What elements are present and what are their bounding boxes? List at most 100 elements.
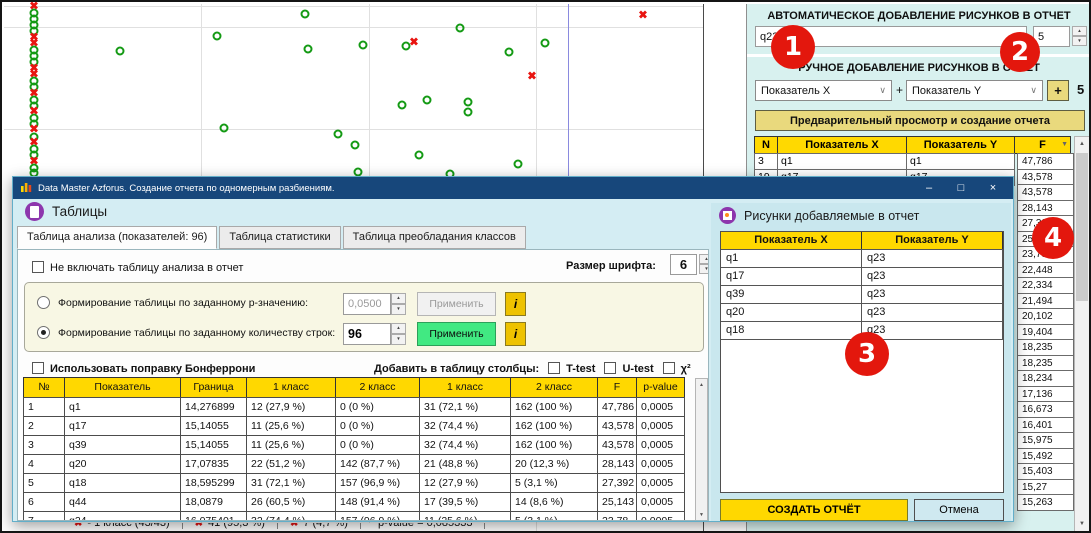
- f-value-cell[interactable]: 15,263: [1017, 494, 1074, 511]
- table-row[interactable]: 7 q24 16,075401 32 (74,4 %) 157 (96,9 %)…: [24, 512, 685, 521]
- f-value-cell[interactable]: 47,786: [1017, 153, 1074, 170]
- legend-text: 7 (4,7 %): [303, 523, 348, 529]
- f-value-cell[interactable]: 43,578: [1017, 184, 1074, 201]
- checkbox-box[interactable]: [604, 362, 616, 374]
- info-row-count-button[interactable]: i: [505, 322, 526, 346]
- annotation-circle-2: 2: [1000, 32, 1040, 72]
- exclude-table-checkbox[interactable]: Не включать таблицу анализа в отчет: [32, 258, 243, 276]
- section-header: Таблицы: [25, 202, 107, 221]
- cell-class1: 26 (60,5 %): [246, 492, 336, 512]
- checkbox-box[interactable]: [663, 362, 675, 374]
- f-value-cell[interactable]: 21,494: [1017, 293, 1074, 310]
- spin-down-button[interactable]: ▼: [1072, 36, 1087, 46]
- preview-report-button[interactable]: Предварительный просмотр и создание отче…: [755, 110, 1085, 131]
- f-value-cell[interactable]: 17,136: [1017, 386, 1074, 403]
- indicator-x-select[interactable]: Показатель X ∨: [755, 80, 892, 101]
- spin-up-button[interactable]: ▲: [391, 323, 406, 334]
- cell-num: 6: [23, 492, 65, 512]
- f-value-cell[interactable]: 18,235: [1017, 355, 1074, 372]
- f-value-cell[interactable]: 20,102: [1017, 308, 1074, 325]
- font-size-input[interactable]: [670, 254, 697, 275]
- cell-class2: 142 (87,7 %): [335, 454, 420, 474]
- tab-class-prevalence[interactable]: Таблица преобладания классов: [343, 226, 526, 249]
- cell-indicator: q44: [64, 492, 181, 512]
- f-value-cell[interactable]: 16,673: [1017, 401, 1074, 418]
- f-value-cell[interactable]: 18,234: [1017, 370, 1074, 387]
- scroll-up-icon[interactable]: ▲: [696, 379, 707, 391]
- scroll-down-icon[interactable]: ▼: [1075, 517, 1089, 531]
- figure-row[interactable]: q20 q23: [721, 304, 1003, 322]
- figure-row[interactable]: q1 q23: [721, 250, 1003, 268]
- t-test-checkbox[interactable]: T-test: [548, 362, 595, 375]
- info-p-value-button[interactable]: i: [505, 292, 526, 316]
- table-scrollbar[interactable]: ▲ ▼: [695, 378, 708, 521]
- f-value-cell[interactable]: 15,975: [1017, 432, 1074, 449]
- add-pair-button[interactable]: +: [1047, 80, 1069, 101]
- f-value-cell[interactable]: 15,403: [1017, 463, 1074, 480]
- cell-num: 1: [23, 397, 65, 417]
- checkbox-box[interactable]: [32, 261, 44, 273]
- panel-scrollbar[interactable]: ▲ ▼: [1074, 136, 1090, 532]
- f-value-cell[interactable]: 22,334: [1017, 277, 1074, 294]
- bonferroni-checkbox[interactable]: Использовать поправку Бонферрони: [32, 362, 255, 375]
- row-count-input[interactable]: [343, 323, 391, 345]
- table-row[interactable]: 4 q20 17,07835 22 (51,2 %) 142 (87,7 %) …: [24, 455, 685, 474]
- close-button[interactable]: ×: [977, 182, 1009, 194]
- f-value-cell[interactable]: 28,143: [1017, 200, 1074, 217]
- minimize-button[interactable]: –: [913, 182, 945, 194]
- apply-p-value-button[interactable]: Применить: [417, 292, 496, 316]
- p-value-input[interactable]: [343, 293, 391, 315]
- apply-row-count-button[interactable]: Применить: [417, 322, 496, 346]
- scroll-up-icon[interactable]: ▲: [1075, 137, 1089, 151]
- tab-analysis[interactable]: Таблица анализа (показателей: 96): [17, 226, 217, 249]
- column-header-f[interactable]: F ▼: [1014, 136, 1071, 154]
- figure-row[interactable]: q39 q23: [721, 286, 1003, 304]
- table-row[interactable]: 1 q1 14,276899 12 (27,9 %) 0 (0 %) 31 (7…: [24, 398, 685, 417]
- spin-down-button[interactable]: ▼: [699, 264, 709, 274]
- table-row[interactable]: 6 q44 18,0879 26 (60,5 %) 148 (91,4 %) 1…: [24, 493, 685, 512]
- spin-down-button[interactable]: ▼: [391, 334, 406, 345]
- cell-class2b: 162 (100 %): [510, 397, 598, 417]
- cell-y: q1: [906, 153, 1015, 170]
- x-marker-icon: ✖: [195, 523, 203, 529]
- row-count-radio[interactable]: [37, 326, 50, 339]
- f-value-cell[interactable]: 22,448: [1017, 262, 1074, 279]
- table-row[interactable]: 3 q39 15,14055 11 (25,6 %) 0 (0 %) 32 (7…: [24, 436, 685, 455]
- tab-statistics[interactable]: Таблица статистики: [219, 226, 340, 249]
- f-value-cell[interactable]: 15,492: [1017, 448, 1074, 465]
- table-row[interactable]: 3 q1 q1: [755, 154, 1015, 170]
- dialog-titlebar[interactable]: Data Master Azforus. Создание отчета по …: [13, 177, 1013, 199]
- f-value-cell[interactable]: 15,27: [1017, 479, 1074, 496]
- cell-num: 2: [23, 416, 65, 436]
- checkbox-label: Использовать поправку Бонферрони: [50, 363, 255, 375]
- f-value-cell[interactable]: 16,401: [1017, 417, 1074, 434]
- cell-indicator-y: q23: [861, 285, 1003, 304]
- cell-boundary: 15,14055: [180, 416, 247, 436]
- auto-count-spinner: ▲ ▼: [1072, 26, 1087, 46]
- maximize-button[interactable]: □: [945, 182, 977, 194]
- spin-up-button[interactable]: ▲: [699, 254, 709, 264]
- cancel-button[interactable]: Отмена: [914, 499, 1004, 521]
- spin-up-button[interactable]: ▲: [1072, 26, 1087, 36]
- checkbox-box[interactable]: [548, 362, 560, 374]
- cell-f: 27,392: [597, 473, 637, 493]
- f-value-cell[interactable]: 18,235: [1017, 339, 1074, 356]
- create-report-button[interactable]: СОЗДАТЬ ОТЧЁТ: [720, 499, 908, 521]
- table-row[interactable]: 2 q17 15,14055 11 (25,6 %) 0 (0 %) 32 (7…: [24, 417, 685, 436]
- chi-square-checkbox[interactable]: χ²: [663, 362, 691, 375]
- f-value-cell[interactable]: 43,578: [1017, 169, 1074, 186]
- sort-desc-icon[interactable]: ▼: [1061, 141, 1068, 148]
- checkbox-box[interactable]: [32, 362, 44, 374]
- figure-row[interactable]: q17 q23: [721, 268, 1003, 286]
- table-row[interactable]: 5 q18 18,595299 31 (72,1 %) 157 (96,9 %)…: [24, 474, 685, 493]
- cell-indicator-x: q1: [720, 249, 862, 268]
- indicator-y-select[interactable]: Показатель Y ∨: [906, 80, 1043, 101]
- spin-down-button[interactable]: ▼: [391, 304, 406, 315]
- f-value-cell[interactable]: 19,404: [1017, 324, 1074, 341]
- u-test-checkbox[interactable]: U-test: [604, 362, 653, 375]
- cell-class2b: 162 (100 %): [510, 435, 598, 455]
- scrollbar-thumb[interactable]: [1076, 153, 1088, 301]
- spin-up-button[interactable]: ▲: [391, 293, 406, 304]
- p-value-radio[interactable]: [37, 296, 50, 309]
- scroll-down-icon[interactable]: ▼: [696, 509, 707, 521]
